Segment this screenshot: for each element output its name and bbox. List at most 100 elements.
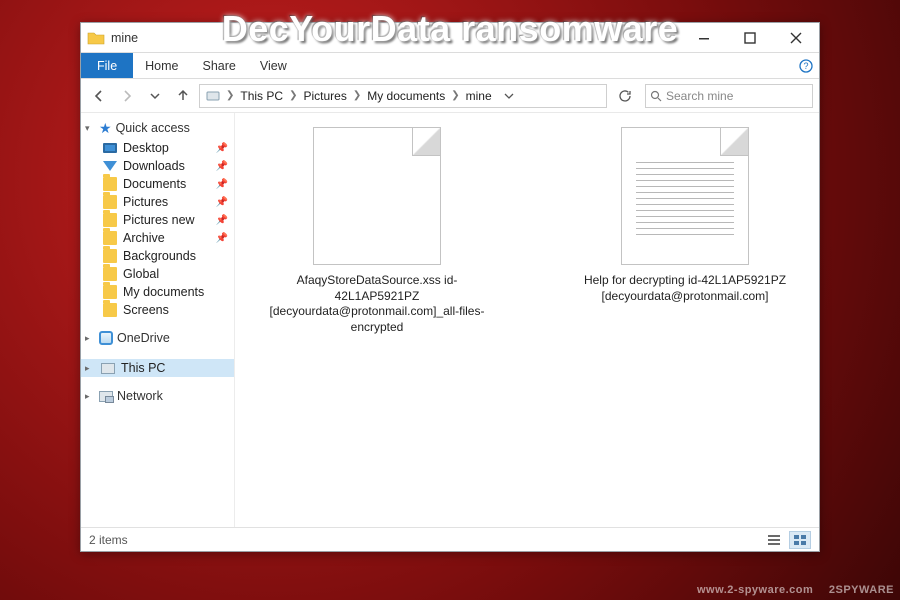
chevron-down-icon: ▾ [85, 123, 95, 134]
nav-up[interactable] [171, 84, 195, 108]
sidebar-item-label: Pictures [123, 195, 168, 209]
sidebar-item-label: Backgrounds [123, 249, 196, 263]
breadcrumb-dropdown[interactable] [500, 85, 518, 107]
sidebar-item-label: Network [117, 389, 163, 403]
chevron-right-icon: ❯ [226, 90, 234, 101]
sidebar-item-network[interactable]: ▸ Network [81, 387, 234, 407]
search-input[interactable]: Search mine [645, 84, 813, 108]
chevron-right-icon: ▸ [85, 333, 95, 344]
view-toggle [763, 531, 811, 549]
desktop-icon [103, 143, 117, 153]
sidebar-group-quick-access: ▾ ★ Quick access Desktop 📌 Downloads 📌 Doc… [81, 119, 234, 319]
chevron-right-icon: ❯ [289, 90, 297, 101]
chevron-right-icon: ▸ [85, 391, 95, 402]
sidebar-group-onedrive: ▸ OneDrive [81, 329, 234, 349]
pin-icon: 📌 [216, 179, 228, 190]
sidebar-group-network: ▸ Network [81, 387, 234, 407]
onedrive-icon [99, 331, 113, 345]
sidebar-item-global[interactable]: Global [81, 265, 234, 283]
watermark-brand: 2SPYWARE [829, 584, 894, 596]
file-name: AfaqyStoreDataSource.xss id-42L1AP5921PZ… [253, 273, 501, 335]
view-icons-button[interactable] [789, 531, 811, 549]
sidebar-item-documents[interactable]: Documents 📌 [81, 175, 234, 193]
nav-recent[interactable] [143, 84, 167, 108]
sidebar-item-label: Archive [123, 231, 165, 245]
chevron-right-icon: ❯ [451, 90, 459, 101]
folder-icon [103, 213, 117, 227]
sidebar-item-label: Global [123, 267, 159, 281]
tab-file[interactable]: File [81, 53, 133, 78]
search-icon [650, 90, 662, 102]
sidebar-item-my-documents[interactable]: My documents [81, 283, 234, 301]
navbar: ❯ This PC ❯ Pictures ❯ My documents ❯ mi… [81, 79, 819, 113]
pin-icon: 📌 [216, 143, 228, 154]
this-pc-icon [101, 363, 115, 374]
breadcrumb[interactable]: ❯ This PC ❯ Pictures ❯ My documents ❯ mi… [199, 84, 607, 108]
file-icon [313, 127, 441, 265]
nav-back[interactable] [87, 84, 111, 108]
statusbar: 2 items [81, 527, 819, 551]
svg-text:?: ? [803, 61, 808, 71]
explorer-window: mine File Home Share View ? ❯ This PC ❯ … [80, 22, 820, 552]
folder-icon [103, 303, 117, 317]
sidebar-item-label: Desktop [123, 141, 169, 155]
sidebar-item-label: This PC [121, 361, 165, 375]
sidebar: ▾ ★ Quick access Desktop 📌 Downloads 📌 Doc… [81, 113, 235, 527]
breadcrumb-root-icon[interactable] [204, 89, 222, 103]
breadcrumb-item[interactable]: mine [464, 89, 494, 103]
ribbon: File Home Share View ? [81, 53, 819, 79]
sidebar-item-desktop[interactable]: Desktop 📌 [81, 139, 234, 157]
sidebar-item-this-pc[interactable]: ▸ This PC [81, 359, 234, 377]
pin-icon: 📌 [216, 233, 228, 244]
sidebar-item-label: Documents [123, 177, 186, 191]
page-title: DecYourData ransomware [0, 8, 900, 50]
network-icon [99, 391, 113, 402]
pin-icon: 📌 [216, 215, 228, 226]
folder-icon [103, 231, 117, 245]
tab-share[interactable]: Share [191, 53, 248, 78]
sidebar-item-label: Pictures new [123, 213, 195, 227]
sidebar-item-screens[interactable]: Screens [81, 301, 234, 319]
file-pane[interactable]: AfaqyStoreDataSource.xss id-42L1AP5921PZ… [235, 113, 819, 527]
watermark-url: www.2-spyware.com [697, 584, 813, 596]
watermark: www.2-spyware.com 2SPYWARE [697, 584, 894, 596]
sidebar-item-downloads[interactable]: Downloads 📌 [81, 157, 234, 175]
sidebar-group-thispc: ▸ This PC [81, 359, 234, 377]
sidebar-item-archive[interactable]: Archive 📌 [81, 229, 234, 247]
breadcrumb-item[interactable]: Pictures [301, 89, 348, 103]
refresh-button[interactable] [613, 84, 637, 108]
star-icon: ★ [99, 121, 112, 135]
downloads-icon [103, 161, 117, 171]
file-name: Help for decrypting id-42L1AP5921PZ [dec… [561, 273, 809, 304]
status-count: 2 items [89, 533, 128, 547]
sidebar-item-onedrive[interactable]: ▸ OneDrive [81, 329, 234, 349]
sidebar-item-backgrounds[interactable]: Backgrounds [81, 247, 234, 265]
tab-home[interactable]: Home [133, 53, 190, 78]
sidebar-item-label: Screens [123, 303, 169, 317]
sidebar-item-quick-access[interactable]: ▾ ★ Quick access [81, 119, 234, 139]
folder-icon [103, 249, 117, 263]
pin-icon: 📌 [216, 197, 228, 208]
sidebar-item-label: Downloads [123, 159, 185, 173]
view-details-button[interactable] [763, 531, 785, 549]
folder-icon [103, 267, 117, 281]
file-item[interactable]: Help for decrypting id-42L1AP5921PZ [dec… [561, 127, 809, 517]
folder-icon [103, 195, 117, 209]
pin-icon: 📌 [216, 161, 228, 172]
nav-forward[interactable] [115, 84, 139, 108]
chevron-right-icon: ▸ [85, 363, 95, 374]
sidebar-item-pictures-new[interactable]: Pictures new 📌 [81, 211, 234, 229]
breadcrumb-item[interactable]: My documents [365, 89, 447, 103]
file-item[interactable]: AfaqyStoreDataSource.xss id-42L1AP5921PZ… [253, 127, 501, 517]
folder-icon [103, 285, 117, 299]
search-placeholder: Search mine [666, 89, 733, 103]
window-body: ▾ ★ Quick access Desktop 📌 Downloads 📌 Doc… [81, 113, 819, 527]
chevron-right-icon: ❯ [353, 90, 361, 101]
help-icon[interactable]: ? [793, 53, 819, 78]
sidebar-item-label: Quick access [116, 121, 190, 135]
sidebar-item-pictures[interactable]: Pictures 📌 [81, 193, 234, 211]
sidebar-item-label: OneDrive [117, 331, 170, 345]
breadcrumb-item[interactable]: This PC [238, 89, 285, 103]
tab-view[interactable]: View [248, 53, 299, 78]
file-icon [621, 127, 749, 265]
